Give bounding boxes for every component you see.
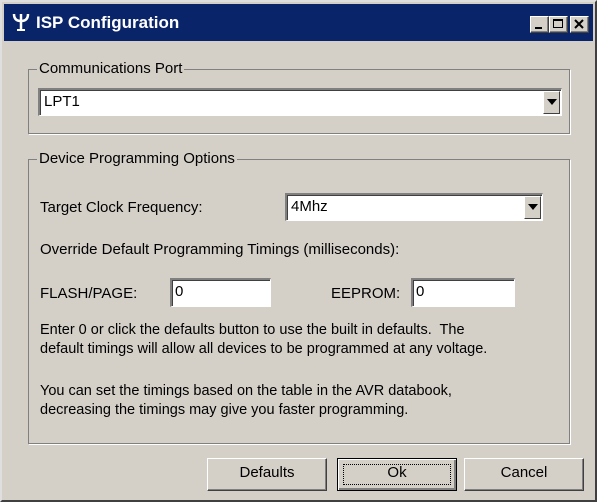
timings-note: You can set the timings based on the tab… [40,382,580,420]
timings-note-line-1: You can set the timings based on the tab… [40,383,452,399]
eeprom-label: EEPROM: [331,285,401,302]
flash-page-label: FLASH/PAGE: [40,285,138,302]
flash-page-value: 0 [175,283,184,300]
communications-port-dropdown-button[interactable] [543,91,560,114]
communications-port-select[interactable]: LPT1 [38,88,562,116]
chevron-down-icon [528,204,538,210]
maximize-icon [553,19,563,28]
close-icon [574,19,584,29]
minimize-icon [535,27,542,29]
close-button[interactable] [570,16,589,33]
communications-port-value: LPT1 [44,93,80,110]
minimize-button[interactable] [530,16,549,33]
defaults-note-line-2: default timings will allow all devices t… [40,341,488,357]
eeprom-input[interactable]: 0 [411,278,515,307]
maximize-button[interactable] [549,16,568,33]
window-title: ISP Configuration [36,13,180,32]
ok-button[interactable]: Ok [337,458,457,491]
eeprom-value: 0 [416,283,425,300]
override-timings-label: Override Default Programming Timings (mi… [40,241,400,258]
antenna-icon [12,12,30,32]
title-bar[interactable]: ISP Configuration [4,4,593,41]
target-clock-frequency-value: 4Mhz [291,198,328,215]
device-programming-options-label: Device Programming Options [37,150,237,168]
isp-configuration-window: ISP Configuration Communications Port LP… [0,0,597,502]
defaults-button-label: Defaults [239,464,295,481]
defaults-button[interactable]: Defaults [207,458,327,491]
defaults-note: Enter 0 or click the defaults button to … [40,321,580,359]
focus-rectangle [343,464,451,485]
target-clock-frequency-dropdown-button[interactable] [524,196,541,219]
cancel-button-label: Cancel [500,464,548,481]
cancel-button[interactable]: Cancel [464,458,584,491]
defaults-note-line-1: Enter 0 or click the defaults button to … [40,322,465,338]
target-clock-frequency-label: Target Clock Frequency: [40,199,203,216]
target-clock-frequency-select[interactable]: 4Mhz [285,193,543,221]
flash-page-input[interactable]: 0 [170,278,271,307]
chevron-down-icon [547,99,557,105]
communications-port-label: Communications Port [37,60,185,78]
timings-note-line-2: decreasing the timings may give you fast… [40,402,409,418]
